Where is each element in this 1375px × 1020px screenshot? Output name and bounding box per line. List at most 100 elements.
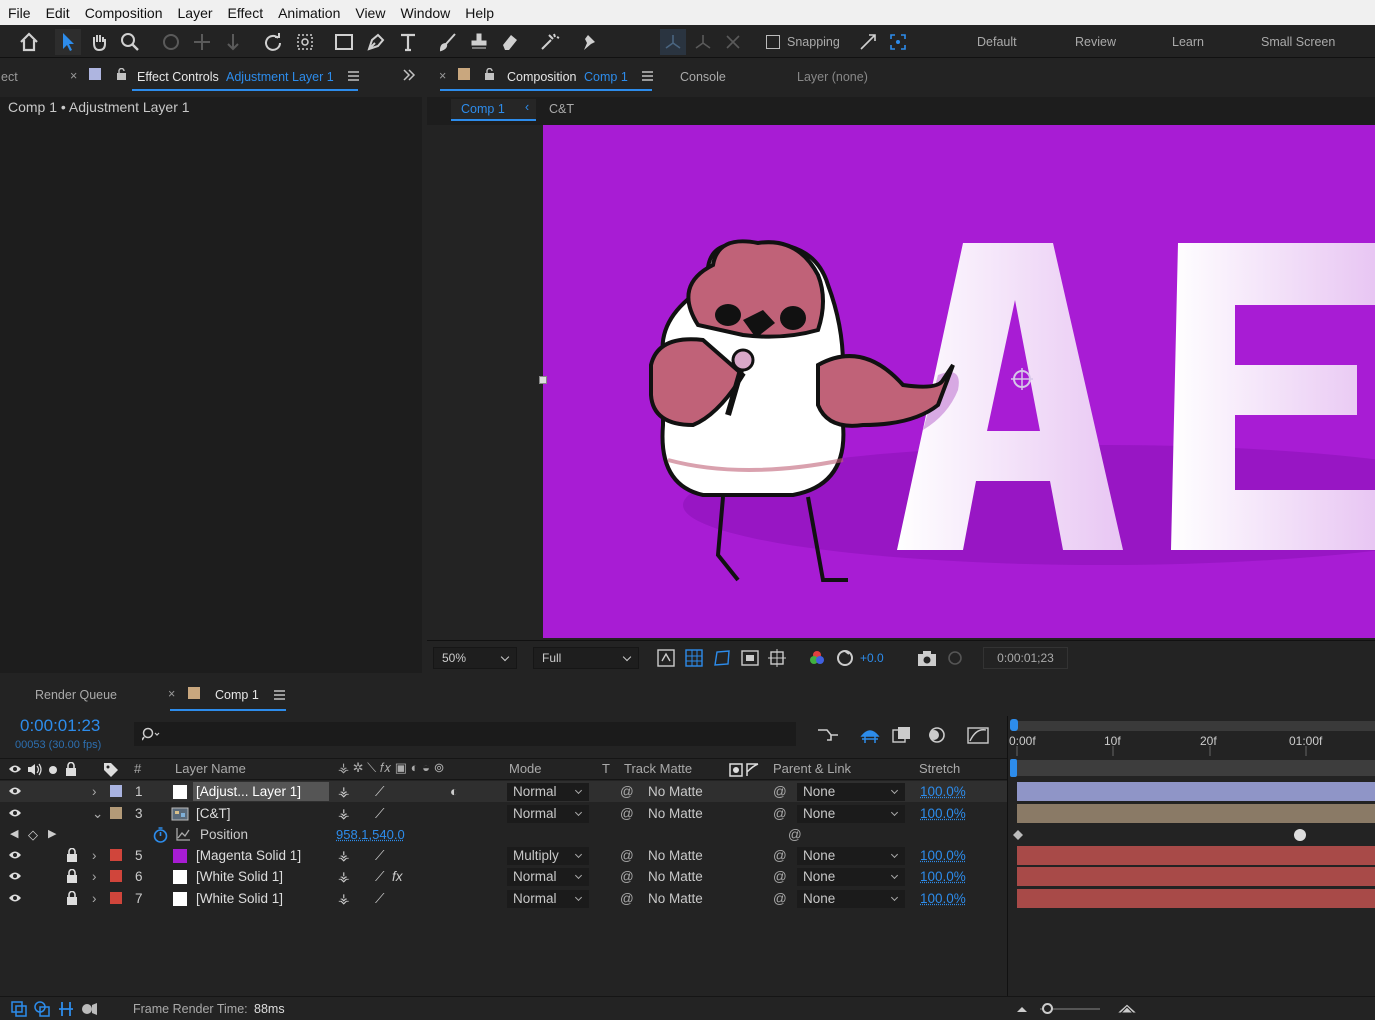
- track-matte-dropdown[interactable]: No Matte: [648, 888, 703, 909]
- mode-dropdown[interactable]: Multiply: [507, 847, 589, 865]
- lock-icon[interactable]: [116, 68, 127, 80]
- menu-composition[interactable]: Composition: [77, 5, 170, 21]
- playhead[interactable]: [1010, 759, 1017, 777]
- menu-window[interactable]: Window: [392, 5, 457, 21]
- layer-row[interactable]: › 5 [Magenta Solid 1] ⚶ ⟋ Multiply @ No …: [0, 845, 1007, 866]
- menu-help[interactable]: Help: [457, 5, 501, 21]
- work-area-start-handle[interactable]: [1010, 719, 1018, 731]
- menu-effect[interactable]: Effect: [220, 5, 271, 21]
- menu-edit[interactable]: Edit: [38, 5, 77, 21]
- time-ruler[interactable]: 0:00f 10f 20f 01:00f: [1007, 716, 1375, 786]
- snap-edges-icon[interactable]: [855, 29, 881, 55]
- layer-switches-toggle-icon[interactable]: [11, 1001, 27, 1017]
- region-of-interest-icon[interactable]: [741, 649, 759, 667]
- stretch-value[interactable]: 100.0%: [920, 781, 966, 802]
- transfer-controls-toggle-icon[interactable]: [34, 1001, 50, 1017]
- viewer-timecode[interactable]: 0:00:01;23: [983, 647, 1068, 669]
- fast-previews-icon[interactable]: [657, 649, 675, 667]
- transparency-grid-icon[interactable]: [685, 649, 703, 667]
- show-snapshot-icon[interactable]: [945, 649, 965, 667]
- effect-controls-tab-subject[interactable]: Adjustment Layer 1: [226, 70, 334, 84]
- mode-dropdown[interactable]: Normal: [507, 783, 589, 801]
- panel-menu-icon[interactable]: [642, 71, 653, 81]
- layer-lock-icon[interactable]: [66, 869, 78, 883]
- close-icon[interactable]: ×: [70, 69, 77, 83]
- prev-keyframe-icon[interactable]: ◀: [10, 824, 18, 845]
- layer-row[interactable]: › 7 [White Solid 1] ⚶ ⟋ Normal @ No Matt…: [0, 888, 1007, 909]
- pen-tool-icon[interactable]: [363, 29, 389, 55]
- pickwhip-icon[interactable]: @: [773, 888, 787, 909]
- snap-features-icon[interactable]: [885, 29, 911, 55]
- stopwatch-icon[interactable]: [153, 827, 168, 843]
- motion-blur-icon[interactable]: [926, 726, 946, 744]
- add-keyframe-icon[interactable]: ◇: [28, 824, 38, 845]
- track-matte-dropdown[interactable]: No Matte: [648, 845, 703, 866]
- pickwhip-icon[interactable]: @: [773, 803, 787, 824]
- quality-switch-icon[interactable]: ⟋: [375, 888, 384, 909]
- shy-layers-icon[interactable]: [860, 726, 880, 744]
- graph-icon[interactable]: [176, 828, 190, 841]
- layer-label-swatch[interactable]: [110, 892, 122, 904]
- layer-row[interactable]: › 1 [Adjust... Layer 1] ⚶ ⟋ ◐ Normal @ N…: [0, 781, 1007, 802]
- resolution-dropdown[interactable]: Full: [533, 647, 639, 669]
- shy-switch-icon[interactable]: ⚶: [338, 803, 349, 824]
- close-icon[interactable]: ×: [439, 69, 446, 83]
- lock-icon[interactable]: [484, 68, 495, 80]
- workspace-review[interactable]: Review: [1075, 35, 1116, 49]
- adjustment-layer-icon[interactable]: ◐: [450, 781, 458, 802]
- dolly-camera-icon[interactable]: [220, 29, 246, 55]
- matte-link-icon[interactable]: @: [620, 803, 634, 824]
- composition-tab-subject[interactable]: Comp 1: [584, 70, 628, 84]
- mode-dropdown[interactable]: Normal: [507, 868, 589, 886]
- snapping-checkbox[interactable]: [766, 35, 780, 49]
- render-time-toggle-icon[interactable]: [80, 1001, 98, 1017]
- stretch-value[interactable]: 100.0%: [920, 803, 966, 824]
- clone-stamp-icon[interactable]: [466, 29, 492, 55]
- color-channels-icon[interactable]: [808, 649, 826, 667]
- render-queue-tab[interactable]: Render Queue: [35, 688, 117, 702]
- visibility-eye-icon[interactable]: [8, 808, 22, 818]
- next-keyframe-icon[interactable]: ▶: [48, 824, 56, 845]
- parent-dropdown[interactable]: None: [797, 868, 905, 886]
- layer-duration-bar[interactable]: [1017, 889, 1375, 908]
- mode-dropdown[interactable]: Normal: [507, 890, 589, 908]
- comp-canvas[interactable]: [543, 125, 1375, 638]
- guides-icon[interactable]: [768, 649, 786, 667]
- mode-column[interactable]: Mode: [509, 761, 542, 776]
- visibility-eye-icon[interactable]: [8, 871, 22, 881]
- workspace-small-screen[interactable]: Small Screen: [1261, 35, 1335, 49]
- twirl-icon[interactable]: ›: [92, 888, 97, 909]
- menu-view[interactable]: View: [347, 5, 392, 21]
- parent-dropdown[interactable]: None: [797, 805, 905, 823]
- keyframe-start-icon[interactable]: [1013, 830, 1023, 840]
- position-value[interactable]: 958.1,540.0: [336, 824, 405, 845]
- quality-switch-icon[interactable]: ⟋: [375, 803, 384, 824]
- layer-label-swatch[interactable]: [110, 807, 122, 819]
- layer-duration-bar[interactable]: [1017, 804, 1375, 823]
- matte-link-icon[interactable]: @: [620, 845, 634, 866]
- matte-link-icon[interactable]: @: [620, 888, 634, 909]
- menu-layer[interactable]: Layer: [170, 5, 220, 21]
- layer-lock-icon[interactable]: [66, 891, 78, 905]
- current-time[interactable]: 0:00:01:23: [20, 716, 100, 736]
- track-matte-dropdown[interactable]: No Matte: [648, 781, 703, 802]
- stretch-column[interactable]: Stretch: [919, 761, 960, 776]
- zoom-tool-icon[interactable]: [117, 29, 143, 55]
- shy-switch-icon[interactable]: ⚶: [338, 888, 349, 909]
- puppet-pin-icon[interactable]: [576, 29, 602, 55]
- eraser-tool-icon[interactable]: [497, 29, 523, 55]
- type-tool-icon[interactable]: [395, 29, 421, 55]
- chevron-double-right-icon[interactable]: [402, 69, 416, 81]
- layer-label-swatch[interactable]: [110, 870, 122, 882]
- console-tab[interactable]: Console: [680, 70, 726, 84]
- rotate-tool-icon[interactable]: [260, 29, 286, 55]
- stretch-value[interactable]: 100.0%: [920, 845, 966, 866]
- zoom-slider-thumb[interactable]: [1042, 1003, 1053, 1014]
- subtab-comp1[interactable]: Comp 1 ‹: [451, 99, 536, 121]
- axis-world-icon[interactable]: [690, 29, 716, 55]
- visibility-eye-icon[interactable]: [8, 850, 22, 860]
- layer-name[interactable]: [White Solid 1]: [196, 866, 283, 887]
- parent-link-column[interactable]: Parent & Link: [773, 761, 851, 776]
- panel-menu-icon[interactable]: [348, 71, 359, 81]
- visibility-eye-icon[interactable]: [8, 786, 22, 796]
